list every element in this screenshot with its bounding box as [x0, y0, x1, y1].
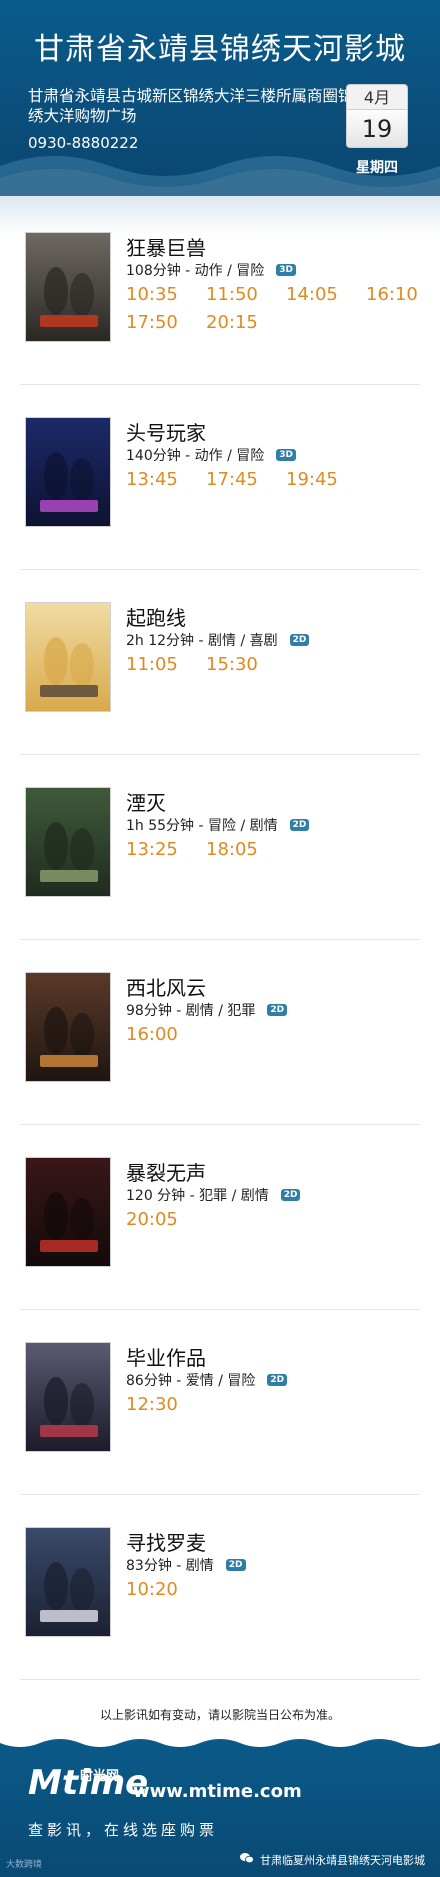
showtime[interactable]: 11:50: [206, 284, 258, 305]
movie-duration-genre: 83分钟 - 剧情: [126, 1558, 214, 1574]
format-badge: 2D: [267, 1004, 288, 1016]
showtime[interactable]: 10:35: [126, 284, 178, 305]
showtime[interactable]: 12:30: [126, 1394, 178, 1415]
showtime[interactable]: 13:25: [126, 839, 178, 860]
movie-info: 120 分钟 - 犯罪 / 剧情 2D: [126, 1185, 301, 1205]
wechat-account-name: 甘肃临夏州永靖县锦绣天河电影城: [260, 1854, 425, 1867]
movie-duration-genre: 98分钟 - 剧情 / 犯罪: [126, 1003, 256, 1019]
movie-poster[interactable]: [25, 417, 111, 527]
movie-duration-genre: 1h 55分钟 - 冒险 / 剧情: [126, 818, 278, 834]
movie-info: 86分钟 - 爱情 / 冒险 2D: [126, 1370, 288, 1390]
movie-item[interactable]: 头号玩家 140分钟 - 动作 / 冒险 3D 13:45 17:45 19:45: [22, 417, 420, 602]
movie-item[interactable]: 暴裂无声 120 分钟 - 犯罪 / 剧情 2D 20:05: [22, 1157, 420, 1342]
mtime-website[interactable]: www.mtime.com: [133, 1781, 302, 1802]
date-weekday: 星期四: [356, 160, 398, 176]
movie-poster[interactable]: [25, 972, 111, 1082]
movie-info: 98分钟 - 剧情 / 犯罪 2D: [126, 1000, 288, 1020]
format-badge: 2D: [225, 1559, 246, 1571]
movie-title[interactable]: 湮灭: [126, 787, 166, 816]
format-badge: 2D: [289, 634, 310, 646]
movie-duration-genre: 140分钟 - 动作 / 冒险: [126, 448, 265, 464]
movie-item[interactable]: 西北风云 98分钟 - 剧情 / 犯罪 2D 16:00: [22, 972, 420, 1157]
movie-poster[interactable]: [25, 1157, 111, 1267]
movie-poster[interactable]: [25, 1342, 111, 1452]
mtime-footer: Mtime 时光网 www.mtime.com 查影讯，在线选座购票 大数跨境 …: [0, 1737, 440, 1877]
showtime[interactable]: 20:15: [206, 312, 258, 333]
header-shadow: [0, 196, 440, 236]
movie-duration-genre: 2h 12分钟 - 剧情 / 喜剧: [126, 633, 278, 649]
showtime[interactable]: 13:45: [126, 469, 178, 490]
calendar-date: 4月 19: [346, 84, 408, 148]
movie-poster[interactable]: [25, 1527, 111, 1637]
showtime[interactable]: 15:30: [206, 654, 258, 675]
movie-info: 108分钟 - 动作 / 冒险 3D: [126, 260, 297, 280]
showtime[interactable]: 14:05: [286, 284, 338, 305]
movie-poster[interactable]: [25, 787, 111, 897]
date-day: 19: [346, 110, 408, 148]
format-badge: 2D: [289, 819, 310, 831]
wechat-icon: [240, 1853, 254, 1864]
showtime[interactable]: 17:50: [126, 312, 178, 333]
movie-title[interactable]: 毕业作品: [126, 1342, 206, 1371]
showtime[interactable]: 10:20: [126, 1579, 178, 1600]
movie-info: 140分钟 - 动作 / 冒险 3D: [126, 445, 297, 465]
watermark: 大数跨境: [6, 1860, 43, 1870]
movie-title[interactable]: 起跑线: [126, 602, 186, 631]
movie-title[interactable]: 暴裂无声: [126, 1157, 206, 1186]
format-badge: 3D: [276, 264, 297, 276]
movie-poster[interactable]: [25, 232, 111, 342]
date-month: 4月: [346, 84, 408, 110]
showtime[interactable]: 16:00: [126, 1024, 178, 1045]
format-badge: 2D: [280, 1189, 301, 1201]
movie-divider: [20, 1309, 420, 1310]
movie-duration-genre: 86分钟 - 爱情 / 冒险: [126, 1373, 256, 1389]
movie-poster[interactable]: [25, 602, 111, 712]
format-badge: 2D: [267, 1374, 288, 1386]
mtime-logo-cn: 时光网: [80, 1769, 120, 1784]
movie-divider: [20, 569, 420, 570]
showtime[interactable]: 16:10: [366, 284, 418, 305]
movie-duration-genre: 108分钟 - 动作 / 冒险: [126, 263, 265, 279]
format-badge: 3D: [276, 449, 297, 461]
cinema-name: 甘肃省永靖县锦绣天河影城: [34, 32, 406, 67]
movie-title[interactable]: 头号玩家: [126, 417, 206, 446]
movie-title[interactable]: 寻找罗麦: [126, 1527, 206, 1556]
movie-divider: [20, 754, 420, 755]
movie-info: 1h 55分钟 - 冒险 / 剧情 2D: [126, 815, 310, 835]
movie-info: 83分钟 - 剧情 2D: [126, 1555, 246, 1575]
movie-divider: [20, 939, 420, 940]
movie-divider: [20, 1124, 420, 1125]
showtime[interactable]: 11:05: [126, 654, 178, 675]
cinema-address: 甘肃省永靖县古城新区锦绣大洋三楼所属商圈锦绣大洋购物广场: [28, 87, 354, 125]
movie-divider: [20, 384, 420, 385]
movie-item[interactable]: 毕业作品 86分钟 - 爱情 / 冒险 2D 12:30: [22, 1342, 420, 1527]
cinema-header: 甘肃省永靖县锦绣天河影城 甘肃省永靖县古城新区锦绣大洋三楼所属商圈锦绣大洋购物广…: [0, 0, 440, 196]
footer-slogan: 查影讯，在线选座购票: [28, 1821, 219, 1839]
movie-divider: [20, 1679, 420, 1680]
movie-item[interactable]: 狂暴巨兽 108分钟 - 动作 / 冒险 3D 10:35 11:50 14:05 16:1…: [22, 232, 420, 417]
movie-item[interactable]: 寻找罗麦 83分钟 - 剧情 2D 10:20: [22, 1527, 420, 1712]
showtime[interactable]: 20:05: [126, 1209, 178, 1230]
showtime[interactable]: 17:45: [206, 469, 258, 490]
movie-duration-genre: 120 分钟 - 犯罪 / 剧情: [126, 1188, 269, 1204]
movie-title[interactable]: 狂暴巨兽: [126, 232, 206, 261]
movie-info: 2h 12分钟 - 剧情 / 喜剧 2D: [126, 630, 310, 650]
movie-divider: [20, 1494, 420, 1495]
movie-title[interactable]: 西北风云: [126, 972, 206, 1001]
footer-wave: [0, 1737, 440, 1747]
movie-item[interactable]: 湮灭 1h 55分钟 - 冒险 / 剧情 2D 13:25 18:05: [22, 787, 420, 972]
showtime[interactable]: 18:05: [206, 839, 258, 860]
movie-item[interactable]: 起跑线 2h 12分钟 - 剧情 / 喜剧 2D 11:05 15:30: [22, 602, 420, 787]
schedule-notice: 以上影讯如有变动，请以影院当日公布为准。: [99, 1708, 340, 1722]
showtime[interactable]: 19:45: [286, 469, 338, 490]
cinema-phone[interactable]: 0930-8880222: [28, 134, 138, 152]
